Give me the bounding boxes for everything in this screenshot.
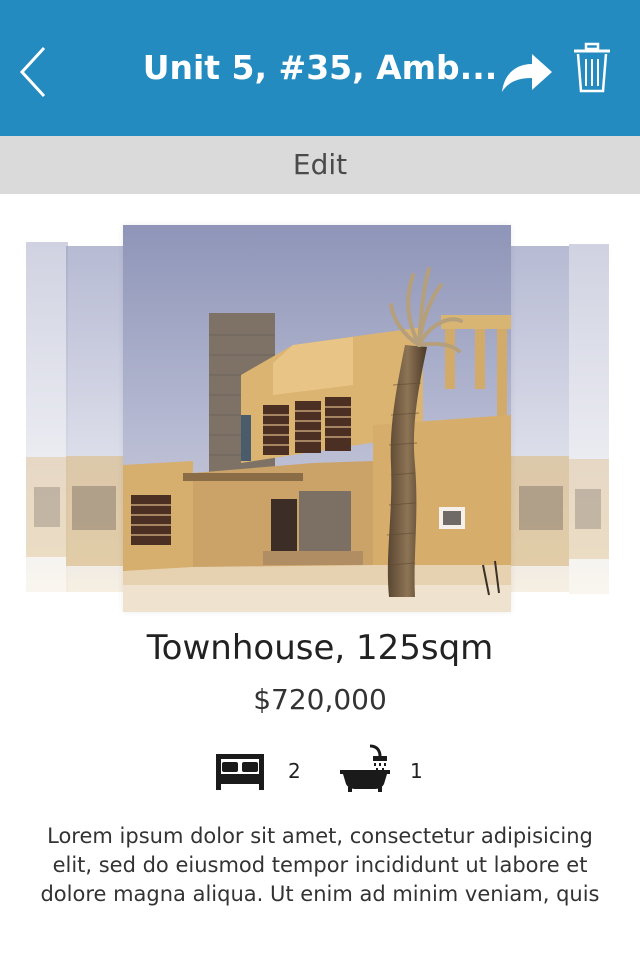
top-navbar: Unit 5, #35, Amb... bbox=[0, 0, 640, 136]
listing-price: $720,000 bbox=[253, 683, 387, 716]
edit-button[interactable]: Edit bbox=[0, 148, 640, 181]
property-photo[interactable] bbox=[123, 225, 511, 612]
carousel-card-previous-near[interactable] bbox=[66, 246, 123, 592]
bed-icon bbox=[216, 754, 264, 790]
chevron-left-icon[interactable] bbox=[12, 42, 56, 102]
bedroom-count: 2 bbox=[288, 759, 301, 783]
listing-title: Townhouse, 125sqm bbox=[146, 628, 494, 668]
edit-bar[interactable]: Edit bbox=[0, 136, 640, 194]
listing-description: Lorem ipsum dolor sit amet, consectetur … bbox=[40, 824, 600, 906]
bathroom-count: 1 bbox=[410, 759, 423, 783]
photo-carousel[interactable] bbox=[0, 222, 640, 622]
carousel-card-previous[interactable] bbox=[26, 242, 68, 592]
trash-icon[interactable] bbox=[572, 42, 612, 94]
carousel-card-next-near[interactable] bbox=[511, 246, 569, 592]
page-title: Unit 5, #35, Amb... bbox=[142, 48, 498, 87]
listing-specs: 2 1 bbox=[0, 742, 640, 798]
carousel-card-next[interactable] bbox=[569, 244, 609, 594]
bathtub-icon bbox=[340, 744, 390, 792]
share-arrow-icon[interactable] bbox=[498, 48, 556, 96]
